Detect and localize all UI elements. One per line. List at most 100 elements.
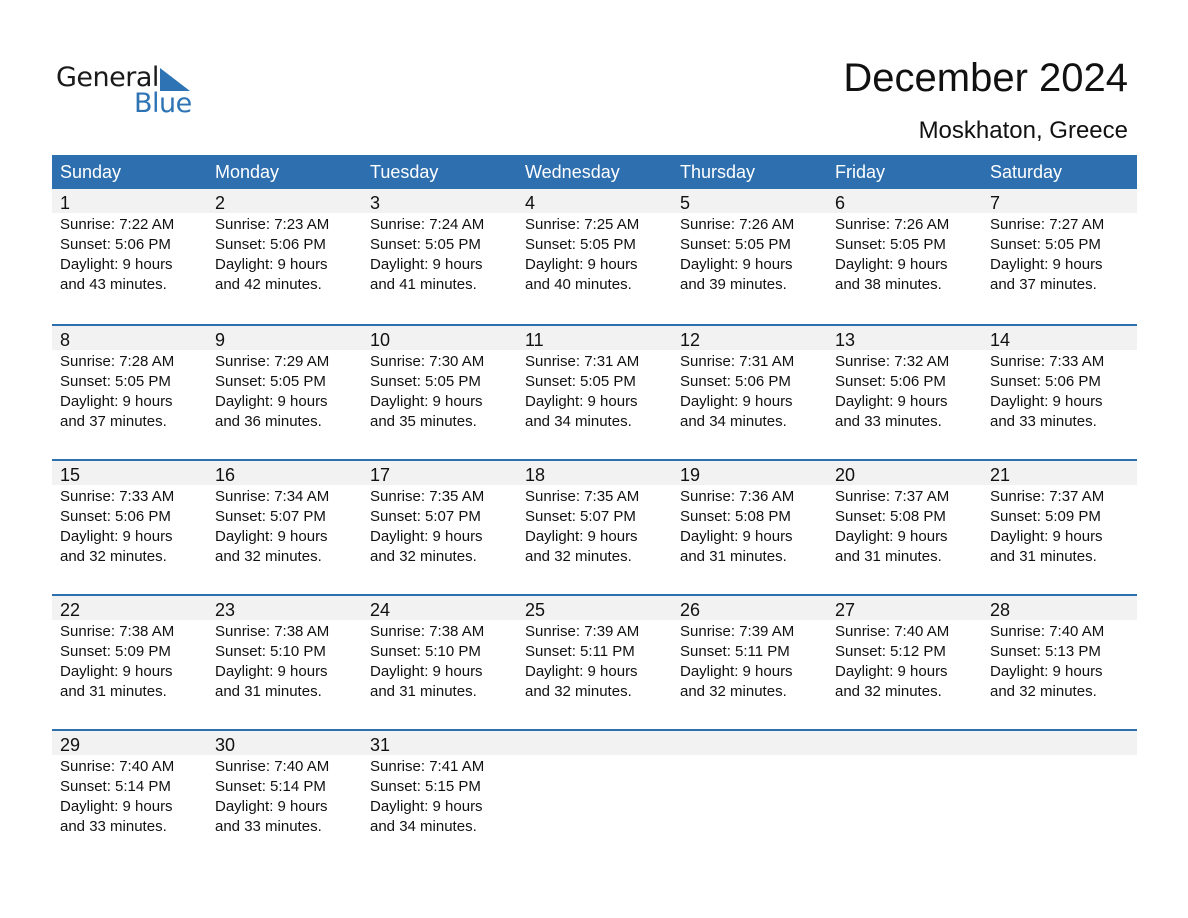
day-cell: 29 Sunrise: 7:40 AM Sunset: 5:14 PM Dayligh… — [52, 731, 207, 837]
day-number: 3 — [370, 193, 381, 213]
day-number: 4 — [525, 193, 536, 213]
day-cell: 21 Sunrise: 7:37 AM Sunset: 5:09 PM Dayligh… — [982, 461, 1137, 567]
day-cell: 20 Sunrise: 7:37 AM Sunset: 5:08 PM Dayligh… — [827, 461, 982, 567]
day-number: 23 — [215, 600, 236, 620]
sunset-text: Sunset: 5:06 PM — [60, 508, 171, 525]
sunrise-text: Sunrise: 7:38 AM — [215, 623, 330, 640]
daylight-text: Daylight: 9 hours — [370, 393, 483, 410]
sunrise-text: Sunrise: 7:24 AM — [370, 216, 485, 233]
day-cell: 4 Sunrise: 7:25 AM Sunset: 5:05 PM Daylight… — [517, 189, 672, 295]
daylight-minutes-text: and 31 minutes. — [370, 683, 477, 700]
daylight-text: Daylight: 9 hours — [990, 393, 1103, 410]
day-number: 19 — [680, 465, 701, 485]
empty-day-cell — [517, 731, 672, 837]
day-number: 2 — [215, 193, 226, 213]
day-cell: 28 Sunrise: 7:40 AM Sunset: 5:13 PM Dayligh… — [982, 596, 1137, 702]
daylight-minutes-text: and 35 minutes. — [370, 413, 477, 430]
day-number: 21 — [990, 465, 1011, 485]
daylight-minutes-text: and 32 minutes. — [525, 548, 632, 565]
daylight-minutes-text: and 31 minutes. — [835, 548, 942, 565]
daylight-minutes-text: and 32 minutes. — [525, 683, 632, 700]
sunset-text: Sunset: 5:07 PM — [215, 508, 326, 525]
daylight-text: Daylight: 9 hours — [680, 393, 793, 410]
day-cell: 16 Sunrise: 7:34 AM Sunset: 5:07 PM Dayligh… — [207, 461, 362, 567]
daylight-text: Daylight: 9 hours — [370, 528, 483, 545]
day-number: 31 — [370, 735, 391, 755]
day-number: 17 — [370, 465, 391, 485]
day-number: 29 — [60, 735, 81, 755]
day-number: 14 — [990, 330, 1011, 350]
week-row: 29 Sunrise: 7:40 AM Sunset: 5:14 PM Dayligh… — [52, 729, 1137, 864]
day-cell: 11 Sunrise: 7:31 AM Sunset: 5:05 PM Dayligh… — [517, 326, 672, 432]
daylight-text: Daylight: 9 hours — [990, 528, 1103, 545]
daylight-text: Daylight: 9 hours — [680, 528, 793, 545]
day-number: 11 — [525, 330, 544, 350]
day-number: 7 — [990, 193, 1001, 213]
sunset-text: Sunset: 5:06 PM — [990, 373, 1101, 390]
daylight-text: Daylight: 9 hours — [215, 663, 328, 680]
day-cell: 12 Sunrise: 7:31 AM Sunset: 5:06 PM Dayligh… — [672, 326, 827, 432]
sunset-text: Sunset: 5:14 PM — [60, 778, 171, 795]
day-number: 8 — [60, 330, 71, 350]
day-cell: 17 Sunrise: 7:35 AM Sunset: 5:07 PM Dayligh… — [362, 461, 517, 567]
sunrise-text: Sunrise: 7:22 AM — [60, 216, 175, 233]
day-number: 28 — [990, 600, 1011, 620]
empty-day-cell — [672, 731, 827, 837]
daylight-text: Daylight: 9 hours — [215, 798, 328, 815]
sunset-text: Sunset: 5:05 PM — [680, 236, 791, 253]
daylight-minutes-text: and 31 minutes. — [680, 548, 787, 565]
daylight-minutes-text: and 32 minutes. — [990, 683, 1097, 700]
daylight-minutes-text: and 34 minutes. — [370, 818, 477, 835]
daylight-minutes-text: and 39 minutes. — [680, 276, 787, 293]
daylight-text: Daylight: 9 hours — [60, 798, 173, 815]
daylight-minutes-text: and 32 minutes. — [835, 683, 942, 700]
sunset-text: Sunset: 5:05 PM — [835, 236, 946, 253]
week-row: 1 Sunrise: 7:22 AM Sunset: 5:06 PM Daylight… — [52, 189, 1137, 324]
sunset-text: Sunset: 5:15 PM — [370, 778, 481, 795]
sunset-text: Sunset: 5:05 PM — [370, 236, 481, 253]
day-number: 9 — [215, 330, 226, 350]
sunset-text: Sunset: 5:10 PM — [215, 643, 326, 660]
weekday-header: Sunday Monday Tuesday Wednesday Thursday… — [52, 155, 1137, 189]
daylight-minutes-text: and 32 minutes. — [680, 683, 787, 700]
day-cell: 31 Sunrise: 7:41 AM Sunset: 5:15 PM Dayligh… — [362, 731, 517, 837]
daylight-minutes-text: and 31 minutes. — [215, 683, 322, 700]
page-title: December 2024 — [843, 56, 1128, 100]
day-number: 25 — [525, 600, 546, 620]
sunrise-text: Sunrise: 7:40 AM — [60, 758, 175, 775]
weekday-saturday: Saturday — [990, 162, 1063, 182]
day-number: 26 — [680, 600, 701, 620]
weekday-wednesday: Wednesday — [525, 162, 620, 182]
daylight-text: Daylight: 9 hours — [525, 528, 638, 545]
day-number: 10 — [370, 330, 391, 350]
daylight-minutes-text: and 31 minutes. — [990, 548, 1097, 565]
daylight-text: Daylight: 9 hours — [835, 393, 948, 410]
day-cell: 9 Sunrise: 7:29 AM Sunset: 5:05 PM Daylight… — [207, 326, 362, 432]
daylight-minutes-text: and 36 minutes. — [215, 413, 322, 430]
daylight-text: Daylight: 9 hours — [525, 256, 638, 273]
sunset-text: Sunset: 5:13 PM — [990, 643, 1101, 660]
sunrise-text: Sunrise: 7:40 AM — [215, 758, 330, 775]
sunrise-text: Sunrise: 7:38 AM — [60, 623, 175, 640]
sunset-text: Sunset: 5:14 PM — [215, 778, 326, 795]
sunset-text: Sunset: 5:05 PM — [525, 373, 636, 390]
day-number: 30 — [215, 735, 236, 755]
sunset-text: Sunset: 5:09 PM — [990, 508, 1101, 525]
sunset-text: Sunset: 5:12 PM — [835, 643, 946, 660]
sunrise-text: Sunrise: 7:39 AM — [680, 623, 795, 640]
daylight-text: Daylight: 9 hours — [370, 663, 483, 680]
daylight-text: Daylight: 9 hours — [525, 393, 638, 410]
day-cell: 15 Sunrise: 7:33 AM Sunset: 5:06 PM Dayligh… — [52, 461, 207, 567]
sunrise-text: Sunrise: 7:38 AM — [370, 623, 485, 640]
day-number: 5 — [680, 193, 691, 213]
daylight-text: Daylight: 9 hours — [215, 393, 328, 410]
sunset-text: Sunset: 5:07 PM — [525, 508, 636, 525]
sunset-text: Sunset: 5:08 PM — [835, 508, 946, 525]
daylight-text: Daylight: 9 hours — [60, 528, 173, 545]
daylight-text: Daylight: 9 hours — [680, 256, 793, 273]
sunrise-text: Sunrise: 7:28 AM — [60, 353, 175, 370]
day-cell: 27 Sunrise: 7:40 AM Sunset: 5:12 PM Dayligh… — [827, 596, 982, 702]
daylight-minutes-text: and 37 minutes. — [60, 413, 167, 430]
sunrise-text: Sunrise: 7:29 AM — [215, 353, 330, 370]
logo-text-blue: Blue — [134, 88, 192, 119]
